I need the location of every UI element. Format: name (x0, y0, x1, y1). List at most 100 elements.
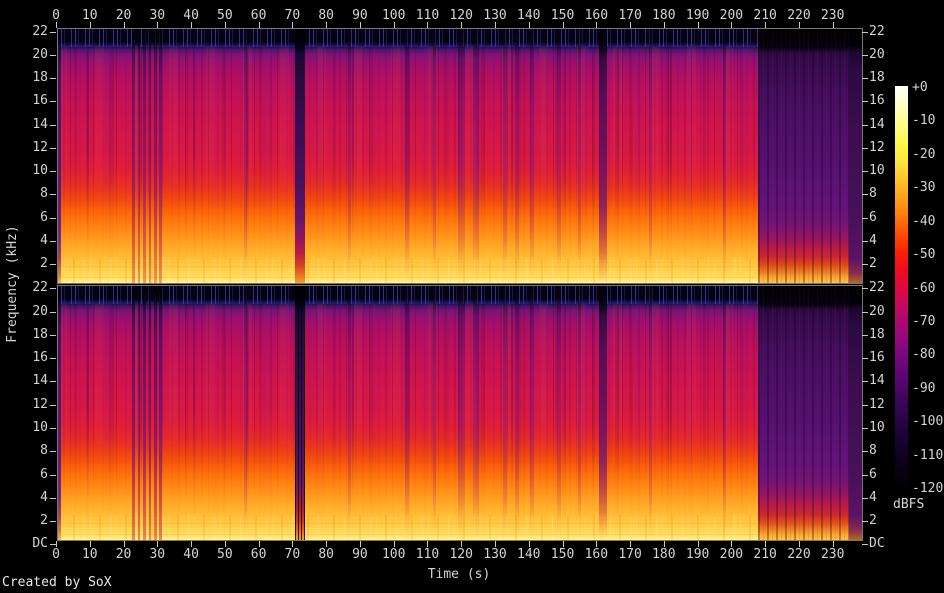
time-tick-mark-bottom (394, 541, 395, 547)
freq-tick-label-right: 14 (869, 118, 885, 132)
freq-tick-mark-left (50, 194, 56, 195)
silence-dip (458, 29, 465, 283)
stripe-gap (159, 29, 162, 283)
silence-dip (557, 29, 561, 283)
freq-tick-label-right: 8 (869, 187, 877, 201)
freq-tick-mark-left (50, 498, 56, 499)
colorbar-tick-label: -60 (912, 282, 935, 296)
time-tick-mark-top (698, 22, 699, 28)
freq-tick-mark-right (862, 335, 868, 336)
freq-tick-label-left: 22 (0, 25, 48, 39)
freq-tick-mark-left (50, 335, 56, 336)
freq-tick-mark-left (50, 475, 56, 476)
freq-tick-mark-left (50, 78, 56, 79)
freq-tick-label-left: 12 (0, 398, 48, 412)
silence-dip (348, 29, 351, 283)
freq-tick-mark-left (50, 171, 56, 172)
quiet-outro-region (758, 286, 849, 540)
freq-tick-label-left: 2 (0, 514, 48, 528)
sox-credit-text: Created by SoX (2, 576, 112, 590)
freq-tick-mark-right (862, 498, 868, 499)
silence-dip (244, 29, 247, 283)
time-tick-mark-top (765, 22, 766, 28)
colorbar-tick-label: -80 (912, 348, 935, 362)
silence-dip (530, 286, 533, 540)
time-tick-mark-bottom (630, 541, 631, 547)
freq-tick-label-left: 20 (0, 305, 48, 319)
time-tick-mark-bottom (124, 541, 125, 547)
silence-dip (723, 29, 726, 283)
freq-tick-label-right: 2 (869, 514, 877, 528)
time-tick-mark-bottom (326, 541, 327, 547)
silence-dip (515, 286, 519, 540)
silence-gap (295, 286, 305, 540)
freq-tick-mark-right (862, 405, 868, 406)
freq-tick-label-right: 20 (869, 305, 885, 319)
freq-tick-label-right: 4 (869, 234, 877, 248)
colorbar-tick-label: -110 (912, 449, 943, 463)
time-tick-mark-top (292, 22, 293, 28)
freq-tick-mark-right (862, 264, 868, 265)
silence-dip (578, 29, 581, 283)
freq-tick-label-right: 20 (869, 48, 885, 62)
time-tick-label-top: 230 (803, 9, 863, 23)
time-tick-mark-bottom (56, 541, 57, 547)
time-tick-mark-top (394, 22, 395, 28)
freq-tick-label-right: 16 (869, 94, 885, 108)
time-tick-mark-bottom (461, 541, 462, 547)
colorbar-gradient (895, 86, 908, 490)
time-tick-mark-top (596, 22, 597, 28)
freq-tick-mark-left (50, 32, 56, 33)
freq-tick-mark-right (862, 55, 868, 56)
time-tick-mark-top (225, 22, 226, 28)
freq-tick-label-right: 10 (869, 421, 885, 435)
freq-tick-label-left: 18 (0, 328, 48, 342)
freq-tick-label-left: 18 (0, 71, 48, 85)
silence-dip (503, 286, 506, 540)
freq-dc-label-left: DC (0, 537, 48, 551)
spectrogram-panel-channel-1 (57, 28, 863, 284)
freq-tick-label-left: 4 (0, 491, 48, 505)
colorbar-tick-label: -10 (912, 114, 935, 128)
freq-tick-mark-right (862, 381, 868, 382)
freq-tick-mark-right (862, 78, 868, 79)
freq-tick-label-left: 16 (0, 94, 48, 108)
freq-tick-label-right: 12 (869, 398, 885, 412)
freq-tick-label-right: 12 (869, 141, 885, 155)
time-tick-mark-bottom (191, 541, 192, 547)
time-tick-mark-top (563, 22, 564, 28)
colorbar-tick-label: -30 (912, 181, 935, 195)
stripe-gap (138, 29, 141, 283)
freq-tick-label-right: 18 (869, 71, 885, 85)
silence-dip (473, 29, 479, 283)
freq-tick-label-left: 14 (0, 374, 48, 388)
stripe-gap (149, 286, 152, 540)
freq-tick-label-left: 22 (0, 281, 48, 295)
stripe-gap (159, 286, 162, 540)
time-tick-mark-bottom (731, 541, 732, 547)
freq-tick-mark-right (862, 148, 868, 149)
time-tick-mark-top (360, 22, 361, 28)
stripe-gap (154, 286, 157, 540)
silence-dip (557, 286, 561, 540)
freq-tick-label-right: 22 (869, 281, 885, 295)
colorbar-tick-label: -70 (912, 315, 935, 329)
silence-dip (405, 286, 409, 540)
intro-edge (57, 29, 61, 283)
freq-tick-label-left: 8 (0, 444, 48, 458)
stripe-gap (143, 286, 146, 540)
time-tick-mark-bottom (259, 541, 260, 547)
stripe-gap (132, 29, 135, 283)
time-tick-mark-bottom (563, 541, 564, 547)
silence-dip (458, 286, 465, 540)
colorbar-tick-label: -100 (912, 415, 943, 429)
time-tick-mark-bottom (833, 541, 834, 547)
colorbar-unit-label: dBFS (893, 498, 924, 512)
silence-dip (405, 29, 409, 283)
freq-tick-mark-left (50, 218, 56, 219)
time-tick-mark-bottom (427, 541, 428, 547)
time-tick-mark-top (259, 22, 260, 28)
freq-tick-label-right: 18 (869, 328, 885, 342)
freq-tick-label-left: 10 (0, 164, 48, 178)
freq-tick-mark-left (50, 55, 56, 56)
